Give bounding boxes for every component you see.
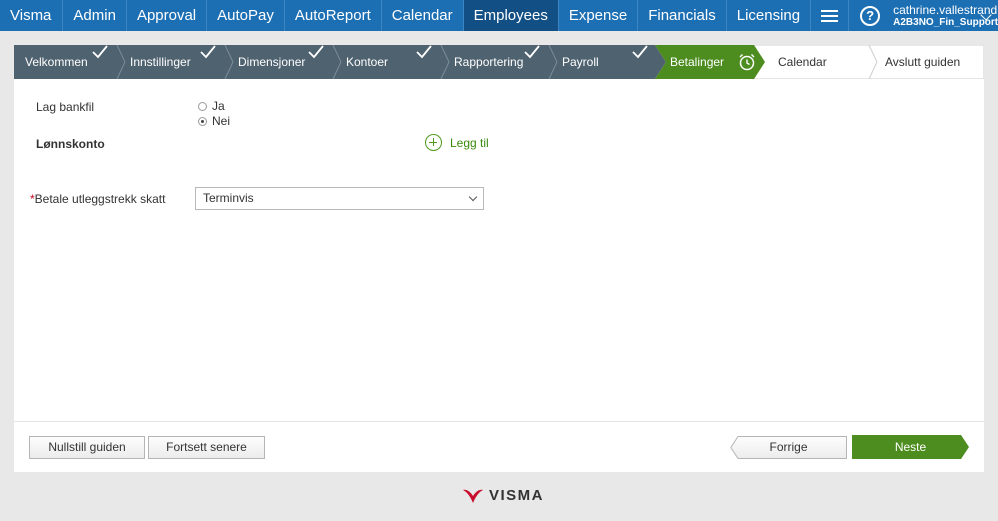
reset-guide-button[interactable]: Nullstill guiden bbox=[29, 436, 145, 459]
user-menu[interactable]: cathrine.vallestrand@vism... A2B3NO_Fin_… bbox=[891, 0, 998, 31]
radio-button[interactable] bbox=[198, 101, 207, 111]
user-company: A2B3NO_Fin_Support Company bbox=[893, 17, 998, 28]
visma-logo: VISMA bbox=[462, 487, 544, 504]
tax-payment-select[interactable]: Terminvis bbox=[195, 187, 484, 210]
salary-account-label: Lønnskonto bbox=[36, 137, 105, 151]
tax-payment-value: Terminvis bbox=[203, 191, 254, 205]
add-label: Legg til bbox=[450, 135, 489, 150]
radio-ja[interactable]: Ja bbox=[198, 99, 225, 113]
nav-item-approval[interactable]: Approval bbox=[127, 0, 208, 31]
visma-logo-icon bbox=[463, 489, 483, 503]
step-velkommen[interactable]: Velkommen bbox=[25, 45, 88, 79]
help-icon: ? bbox=[860, 5, 881, 26]
nav-item-admin[interactable]: Admin bbox=[63, 0, 127, 31]
step-innstillinger[interactable]: Innstillinger bbox=[130, 45, 191, 79]
footer-divider bbox=[14, 421, 984, 422]
nav-item-autopay[interactable]: AutoPay bbox=[207, 0, 285, 31]
check-icon bbox=[632, 45, 648, 59]
check-icon bbox=[92, 45, 108, 59]
step-calendar[interactable]: Calendar bbox=[778, 45, 827, 79]
nav-item-autoreport[interactable]: AutoReport bbox=[285, 0, 382, 31]
previous-button[interactable]: Forrige bbox=[730, 436, 847, 459]
chevron-down-icon bbox=[468, 192, 478, 202]
radio-ja-label: Ja bbox=[212, 99, 225, 113]
next-label: Neste bbox=[894, 440, 927, 454]
radio-button-checked[interactable] bbox=[198, 116, 207, 126]
next-button[interactable]: Neste bbox=[852, 435, 969, 459]
alarm-clock-icon bbox=[739, 54, 755, 71]
previous-label: Forrige bbox=[769, 440, 808, 454]
tax-label-container: *Betale utleggstrekk skatt bbox=[30, 192, 165, 206]
check-icon bbox=[524, 45, 540, 59]
nav-item-calendar[interactable]: Calendar bbox=[382, 0, 464, 31]
check-icon bbox=[200, 45, 216, 59]
step-avslutt-guiden[interactable]: Avslutt guiden bbox=[885, 45, 960, 79]
tax-label: Betale utleggstrekk skatt bbox=[34, 192, 166, 206]
continue-later-button[interactable]: Fortsett senere bbox=[148, 436, 265, 459]
hamburger-menu-icon[interactable] bbox=[811, 0, 850, 31]
wizard-card: Velkommen Innstillinger Dimensjoner Kont… bbox=[14, 45, 984, 472]
step-kontoer[interactable]: Kontoer bbox=[346, 45, 388, 79]
radio-nei-label: Nei bbox=[212, 114, 231, 128]
nav-item-financials[interactable]: Financials bbox=[638, 0, 727, 31]
nav-item-employees[interactable]: Employees bbox=[463, 0, 559, 31]
help-button[interactable]: ? bbox=[849, 0, 891, 31]
visma-logo-text: VISMA bbox=[489, 487, 545, 504]
bankfile-label: Lag bankfil bbox=[36, 100, 95, 114]
add-salary-account-button[interactable]: Legg til bbox=[425, 134, 489, 151]
check-icon bbox=[308, 45, 324, 59]
plus-circle-icon bbox=[425, 134, 442, 151]
step-payroll[interactable]: Payroll bbox=[562, 45, 599, 79]
step-rapportering[interactable]: Rapportering bbox=[454, 45, 523, 79]
wizard-steps: Velkommen Innstillinger Dimensjoner Kont… bbox=[14, 45, 984, 79]
radio-nei[interactable]: Nei bbox=[198, 114, 230, 128]
check-icon bbox=[416, 45, 432, 59]
nav-item-licensing[interactable]: Licensing bbox=[727, 0, 812, 31]
top-navigation: Visma Admin Approval AutoPay AutoReport … bbox=[0, 0, 998, 31]
nav-item-expense[interactable]: Expense bbox=[559, 0, 639, 31]
nav-item-visma[interactable]: Visma bbox=[0, 0, 64, 31]
step-dimensjoner[interactable]: Dimensjoner bbox=[238, 45, 305, 79]
step-betalinger[interactable]: Betalinger bbox=[670, 45, 724, 79]
